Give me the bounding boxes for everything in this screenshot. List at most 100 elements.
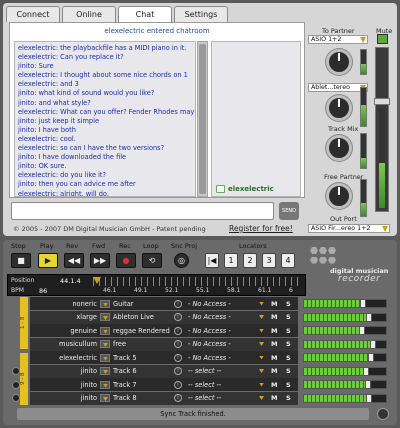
mute-toggle[interactable]: M — [271, 381, 280, 389]
message-input[interactable] — [11, 202, 274, 220]
volume-handle[interactable] — [358, 326, 365, 335]
timeline-ruler[interactable] — [93, 277, 303, 286]
track-volume-slider[interactable] — [303, 312, 387, 322]
track-volume-slider[interactable] — [303, 299, 387, 308]
track-name[interactable]: Track 7 — [113, 381, 177, 389]
solo-toggle[interactable]: S — [286, 327, 295, 335]
locator-4-button[interactable]: 4 — [281, 253, 295, 268]
track-volume-slider[interactable] — [303, 326, 387, 335]
owner-select[interactable] — [100, 353, 110, 362]
tab-chat[interactable]: Chat — [118, 6, 172, 23]
track-name[interactable]: reggae Rendered — [113, 327, 177, 335]
info-icon[interactable]: i — [174, 313, 182, 321]
info-icon[interactable]: i — [174, 394, 182, 402]
record-button[interactable]: ● — [116, 253, 136, 268]
owner-select[interactable] — [100, 299, 110, 308]
volume-handle[interactable] — [362, 366, 369, 376]
playhead-cursor[interactable] — [93, 277, 101, 284]
access-select[interactable]: - No Access - — [188, 327, 256, 335]
track-volume-slider[interactable] — [303, 380, 387, 389]
track-row[interactable]: elexelectric Track 5i - No Access - MS — [7, 351, 393, 364]
track-mix-knob[interactable] — [326, 135, 352, 161]
solo-toggle[interactable]: S — [286, 394, 295, 402]
track-volume-slider[interactable] — [303, 339, 387, 349]
info-icon[interactable]: i — [174, 353, 182, 362]
chat-scrollbar[interactable] — [197, 41, 208, 197]
track-row[interactable]: musicullum free i - No Access - MS — [7, 337, 393, 351]
mute-toggle[interactable]: M — [271, 354, 280, 362]
send-button[interactable]: SEND — [279, 202, 299, 220]
locator-back-button[interactable]: |◀ — [205, 253, 219, 268]
input-gain-knob[interactable] — [326, 95, 352, 121]
track-row[interactable]: noneric Guitar i - No Access - MS — [7, 297, 393, 310]
track-arm-button[interactable] — [12, 367, 20, 375]
play-button[interactable]: ▶ — [38, 253, 58, 268]
track-name[interactable]: Ableton Live — [113, 313, 177, 321]
info-icon[interactable]: i — [174, 367, 182, 375]
partner-send-knob[interactable] — [326, 49, 352, 75]
info-icon[interactable]: i — [174, 299, 182, 308]
user-item[interactable]: elexelectric — [216, 185, 274, 193]
volume-slider-handle[interactable] — [374, 98, 390, 105]
track-volume-slider[interactable] — [303, 366, 387, 376]
owner-select[interactable] — [100, 380, 110, 389]
solo-toggle[interactable]: S — [286, 367, 295, 375]
locator-1-button[interactable]: 1 — [224, 253, 238, 268]
owner-select[interactable] — [100, 340, 110, 348]
track-arm-button[interactable] — [12, 380, 20, 389]
access-select[interactable]: - No Access - — [188, 354, 256, 362]
solo-toggle[interactable]: S — [286, 340, 295, 348]
track-row[interactable]: genuine reggae Rendered i - No Access - MS — [7, 324, 393, 337]
track-volume-slider[interactable] — [303, 353, 387, 362]
access-select[interactable]: - No Access - — [188, 300, 256, 308]
access-select[interactable]: -- select -- — [188, 367, 256, 375]
track-arm-button[interactable] — [12, 394, 20, 402]
track-name[interactable]: free — [113, 340, 177, 348]
loop-button[interactable]: ⟲ — [142, 253, 162, 268]
volume-handle[interactable] — [370, 339, 377, 349]
owner-select[interactable] — [100, 394, 110, 402]
solo-toggle[interactable]: S — [286, 313, 295, 321]
register-link[interactable]: Register for free! — [229, 224, 293, 233]
to-partner-select[interactable]: ASIO 1+2 — [308, 35, 368, 44]
info-icon[interactable]: i — [174, 380, 182, 389]
volume-handle[interactable] — [364, 380, 371, 389]
track-name[interactable]: Track 8 — [113, 394, 177, 402]
stop-button[interactable]: ■ — [11, 253, 31, 268]
volume-handle[interactable] — [367, 353, 374, 362]
solo-toggle[interactable]: S — [286, 300, 295, 308]
track-row[interactable]: jinito Track 6 i -- select -- M S — [7, 364, 393, 378]
master-volume-slider[interactable] — [374, 47, 390, 212]
volume-handle[interactable] — [366, 312, 373, 322]
tab-online[interactable]: Online — [62, 6, 116, 22]
mute-toggle[interactable]: M — [271, 394, 280, 402]
owner-select[interactable] — [100, 313, 110, 321]
info-icon[interactable]: i — [174, 326, 182, 335]
access-select[interactable]: -- select -- — [188, 381, 256, 389]
sync-project-button[interactable]: ◎ — [174, 253, 189, 268]
locator-2-button[interactable]: 2 — [243, 253, 257, 268]
mute-button[interactable] — [377, 34, 388, 44]
solo-toggle[interactable]: S — [286, 354, 295, 362]
tab-settings[interactable]: Settings — [174, 6, 228, 22]
out-port-select[interactable]: ASIO Fir...ereo 1+2 — [308, 224, 390, 233]
solo-toggle[interactable]: S — [286, 381, 295, 389]
mute-toggle[interactable]: M — [271, 300, 280, 308]
access-select[interactable]: - No Access - — [188, 340, 256, 348]
ambient-select[interactable]: Ablet...tereo — [308, 83, 368, 92]
track-row[interactable]: jinito Track 8 i -- select -- M S — [7, 391, 393, 405]
timeline[interactable]: Position 44.1.4 BPM 86 46.1 49.1 52.1 55… — [7, 274, 306, 296]
info-icon[interactable]: i — [174, 340, 182, 348]
locator-3-button[interactable]: 3 — [262, 253, 276, 268]
track-volume-slider[interactable] — [303, 393, 387, 403]
mute-toggle[interactable]: M — [271, 327, 280, 335]
from-partner-knob[interactable] — [326, 183, 352, 209]
access-select[interactable]: -- select -- — [188, 394, 256, 402]
owner-select[interactable] — [100, 326, 110, 335]
tab-connect[interactable]: Connect — [6, 6, 60, 22]
owner-select[interactable] — [100, 367, 110, 375]
mute-toggle[interactable]: M — [271, 340, 280, 348]
track-name[interactable]: Track 5 — [113, 354, 177, 362]
track-name[interactable]: Track 6 — [113, 367, 177, 375]
track-name[interactable]: Guitar — [113, 300, 177, 308]
